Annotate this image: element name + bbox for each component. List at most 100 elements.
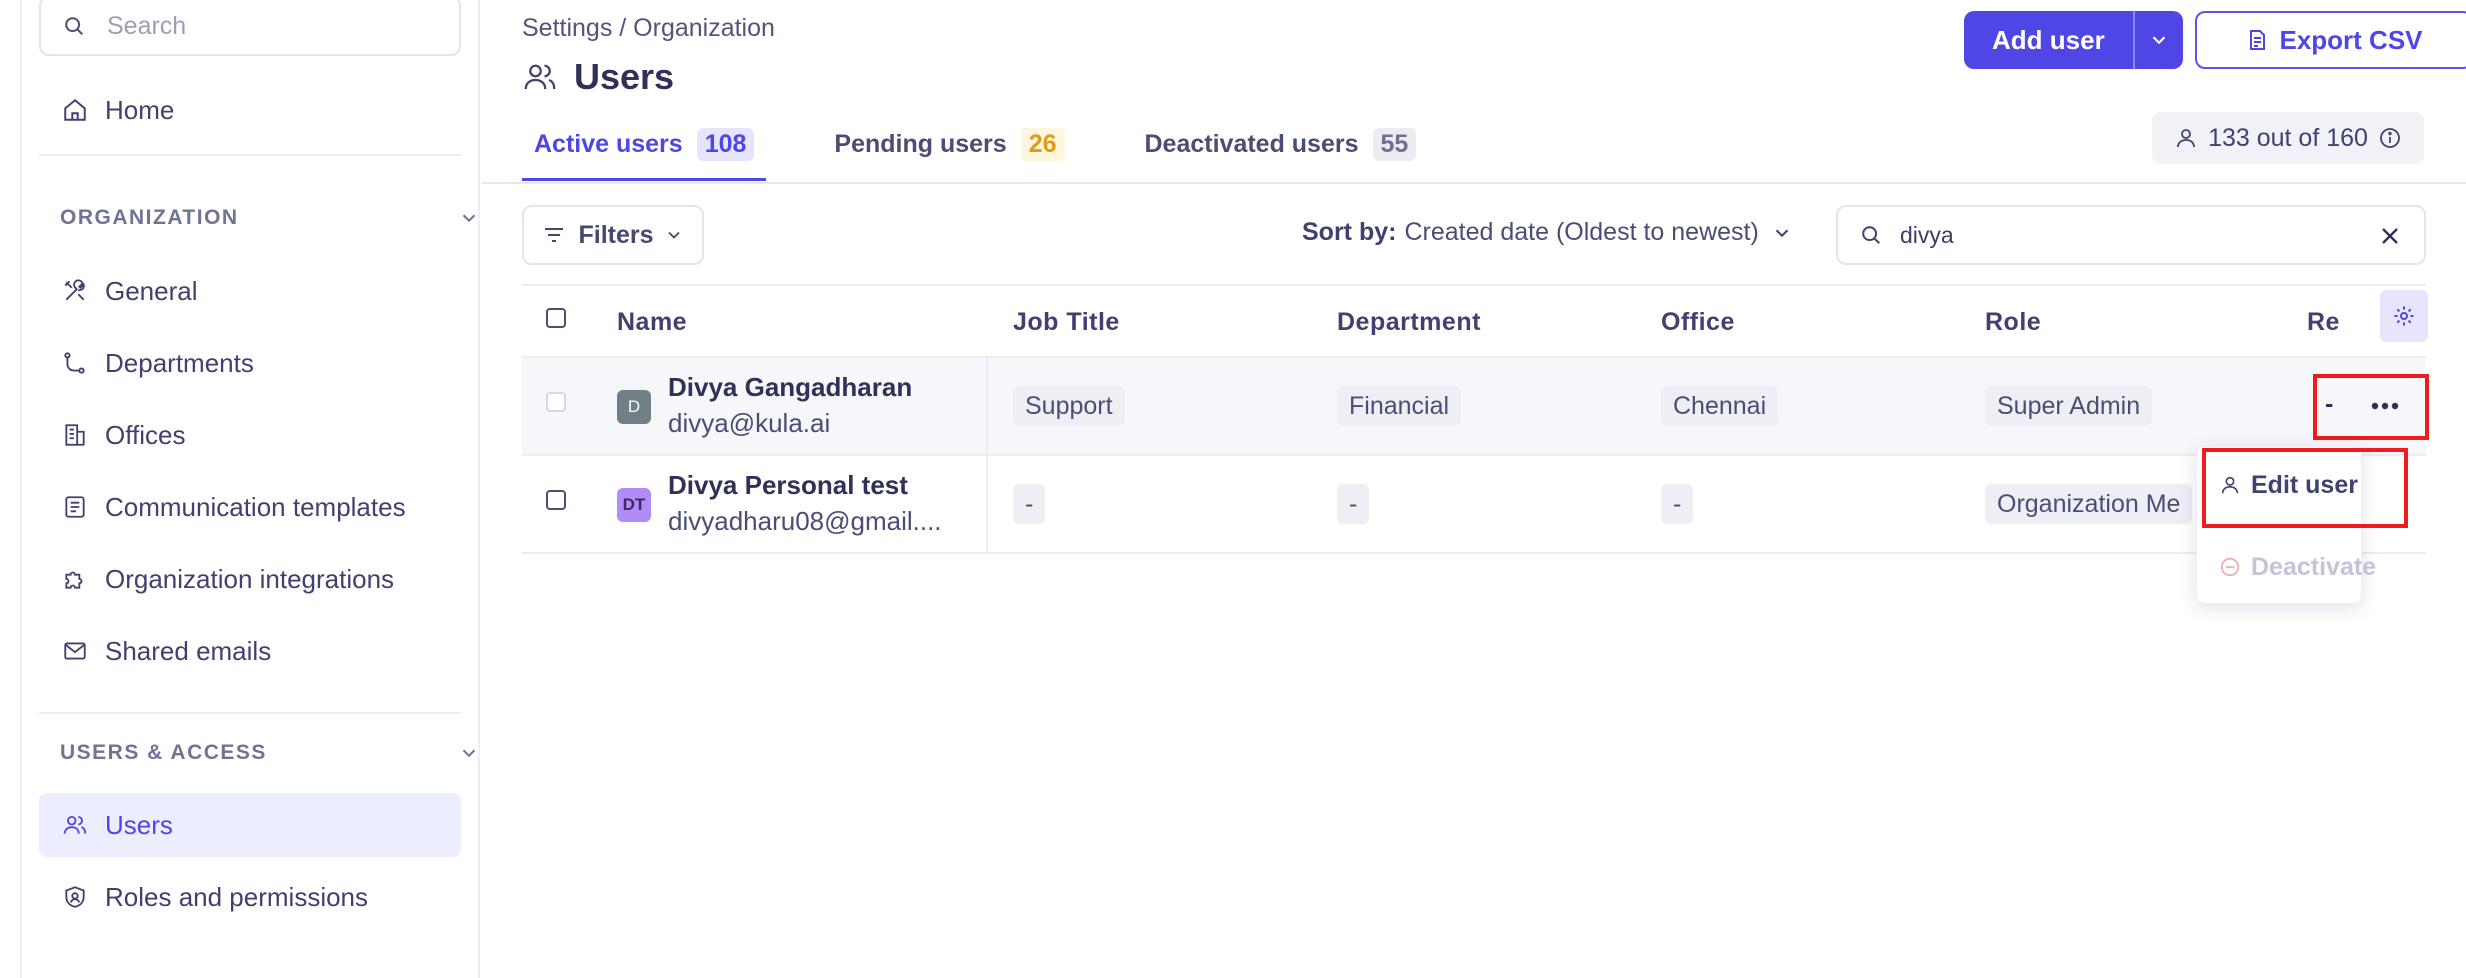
left-rail: [0, 0, 22, 978]
user-status-tabs: Active users 108 Pending users 26 Deacti…: [522, 120, 1484, 184]
avatar: D: [617, 390, 651, 424]
name-cell: D Divya Gangadharan divya@kula.ai: [522, 358, 988, 454]
sidebar-item-label: Users: [105, 809, 173, 840]
chevron-down-icon: [2152, 36, 2165, 45]
section-title: USERS & ACCESS: [60, 741, 267, 764]
home-icon: [61, 96, 89, 124]
info-icon[interactable]: [2378, 126, 2402, 150]
users-icon: [61, 811, 89, 839]
sidebar-item-home[interactable]: Home: [39, 78, 461, 142]
sort-by-dropdown[interactable]: Sort by: Created date (Oldest to newest): [1302, 218, 1793, 247]
page-title-text: Users: [574, 56, 675, 97]
tools-icon: [61, 277, 89, 305]
sidebar-item-label: Communication templates: [105, 491, 406, 522]
sidebar-item-general[interactable]: General: [39, 259, 461, 323]
office-chip: -: [1661, 484, 1694, 524]
close-icon[interactable]: [2378, 224, 2402, 248]
tree-icon: [61, 349, 89, 377]
table-row[interactable]: D Divya Gangadharan divya@kula.ai Suppor…: [522, 358, 2426, 456]
gear-icon: [2394, 306, 2414, 326]
column-settings-button[interactable]: [2380, 290, 2428, 342]
main-content: Settings / Organization Users Add user E…: [482, 0, 2466, 978]
sort-label: Sort by:: [1302, 218, 1397, 246]
export-csv-button[interactable]: Export CSV: [2195, 11, 2466, 69]
users-access-section-toggle[interactable]: USERS & ACCESS: [60, 741, 476, 765]
table-header: Name Job Title Department Office Role Re: [522, 284, 2428, 358]
add-user-button[interactable]: Add user: [1964, 11, 2183, 69]
section-title: ORGANIZATION: [60, 206, 239, 229]
column-header-role[interactable]: Role: [1985, 308, 2041, 337]
user-search-input[interactable]: [1900, 221, 2370, 249]
table-row[interactable]: DT Divya Personal test divyadharu08@gmai…: [522, 456, 2426, 554]
deactivate-menu-item[interactable]: Deactivate: [2197, 537, 2376, 597]
chevron-down-icon: [458, 207, 480, 229]
filters-label: Filters: [578, 220, 654, 249]
count-badge: 108: [696, 128, 755, 161]
user-icon: [2174, 126, 2198, 150]
sidebar-item-label: Offices: [105, 419, 186, 450]
sidebar-item-departments[interactable]: Departments: [39, 331, 461, 395]
sidebar-item-shared-emails[interactable]: Shared emails: [39, 619, 461, 683]
sidebar-item-label: Departments: [105, 347, 254, 378]
tab-active-users[interactable]: Active users 108: [522, 120, 767, 181]
tab-deactivated-users[interactable]: Deactivated users 55: [1133, 120, 1429, 179]
tab-pending-users[interactable]: Pending users 26: [822, 120, 1076, 179]
select-all-checkbox[interactable]: [546, 308, 566, 328]
column-header-office[interactable]: Office: [1661, 308, 1735, 337]
sidebar-item-organization-integrations[interactable]: Organization integrations: [39, 547, 461, 611]
sidebar-search-input[interactable]: [107, 11, 437, 41]
users-icon: [522, 58, 560, 96]
building-icon: [61, 421, 89, 449]
sidebar-item-offices[interactable]: Offices: [39, 403, 461, 467]
filter-icon: [542, 223, 566, 247]
department-chip: -: [1337, 484, 1370, 524]
divider: [39, 712, 461, 714]
organization-section-toggle[interactable]: ORGANIZATION: [60, 206, 476, 230]
highlight-box: [2202, 448, 2408, 528]
seat-count-text: 133 out of 160: [2208, 123, 2368, 152]
user-name[interactable]: Divya Personal test: [668, 470, 908, 501]
filters-button[interactable]: Filters: [522, 205, 704, 265]
user-name[interactable]: Divya Gangadharan: [668, 372, 912, 403]
sidebar-item-label: Home: [105, 94, 175, 125]
menu-item-label: Deactivate: [2251, 552, 2377, 581]
puzzle-icon: [61, 565, 89, 593]
add-user-dropdown-toggle[interactable]: [2132, 11, 2183, 69]
row-checkbox[interactable]: [546, 392, 566, 412]
add-user-label[interactable]: Add user: [1964, 11, 2133, 69]
divider: [39, 154, 461, 156]
sidebar-item-roles-and-permissions[interactable]: Roles and permissions: [39, 865, 461, 929]
column-header-name[interactable]: Name: [617, 308, 687, 337]
shield-icon: [61, 883, 89, 911]
count-badge: 26: [1020, 128, 1065, 161]
column-header-department[interactable]: Department: [1337, 308, 1481, 337]
tab-label: Deactivated users: [1144, 130, 1359, 158]
chevron-down-icon: [664, 225, 684, 245]
chevron-down-icon: [1771, 222, 1793, 244]
mail-icon: [61, 637, 89, 665]
chevron-down-icon: [458, 742, 480, 764]
divider: [482, 182, 2466, 184]
highlight-box: [2313, 374, 2429, 440]
row-checkbox[interactable]: [546, 490, 566, 510]
sidebar-item-label: General: [105, 275, 198, 306]
template-icon: [61, 493, 89, 521]
sidebar-item-label: Shared emails: [105, 635, 272, 666]
user-search[interactable]: [1836, 205, 2426, 265]
sidebar-search[interactable]: [39, 0, 461, 56]
column-header-reports-to[interactable]: Re: [2307, 308, 2339, 337]
seat-count-badge: 133 out of 160: [2152, 112, 2424, 164]
sidebar-item-users[interactable]: Users: [39, 793, 461, 857]
search-icon: [1860, 224, 1882, 246]
column-header-job-title[interactable]: Job Title: [1013, 308, 1120, 337]
export-csv-label: Export CSV: [2279, 24, 2423, 55]
name-cell: DT Divya Personal test divyadharu08@gmai…: [522, 456, 988, 552]
sidebar-item-communication-templates[interactable]: Communication templates: [39, 475, 461, 539]
avatar: DT: [617, 488, 651, 522]
count-badge: 55: [1372, 128, 1417, 161]
sidebar-item-label: Organization integrations: [105, 563, 395, 594]
user-email: divya@kula.ai: [668, 408, 831, 438]
breadcrumb[interactable]: Settings / Organization: [522, 14, 775, 43]
page-title: Users: [522, 56, 674, 98]
sidebar: Home ORGANIZATION General Departments Of…: [22, 0, 480, 978]
